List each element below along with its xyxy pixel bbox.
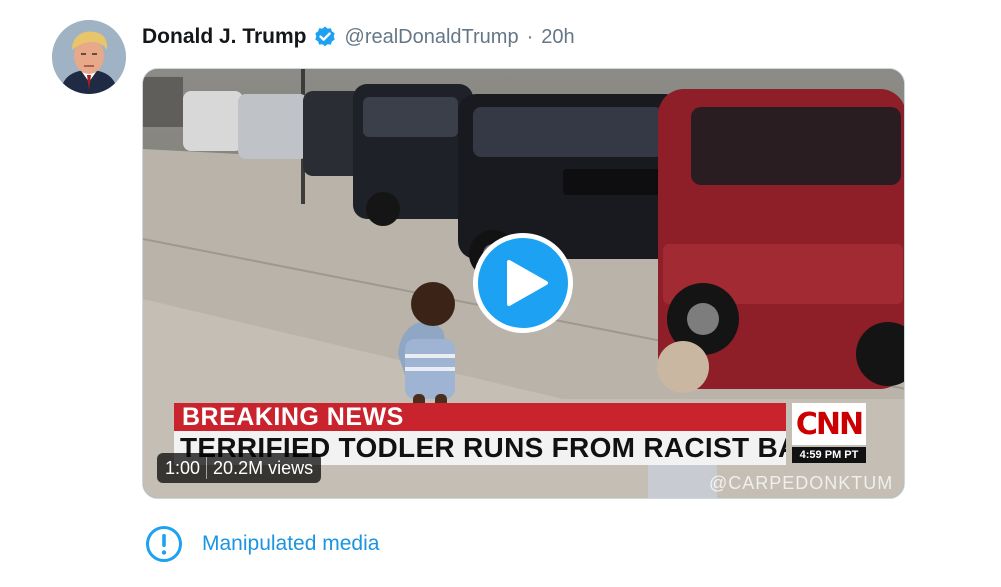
verified-badge-icon — [313, 25, 337, 49]
profile-photo — [52, 20, 126, 94]
tweet-header: Donald J. Trump @realDonaldTrump · 20h — [142, 22, 575, 52]
play-button[interactable] — [473, 233, 573, 333]
video-stats-pill: 1:00 20.2M views — [157, 453, 322, 483]
manipulated-media-notice[interactable]: Manipulated media — [144, 524, 379, 564]
video-player[interactable]: BREAKING NEWS TERRIFIED TODLER RUNS FROM… — [142, 68, 905, 499]
author-name[interactable]: Donald J. Trump — [142, 25, 307, 49]
network-logo-text: CNN — [795, 406, 864, 442]
header-separator: · — [526, 25, 534, 48]
video-view-count: 20.2M views — [213, 457, 314, 478]
broadcast-clock: 4:59 PM PT — [792, 447, 866, 463]
network-logo: CNN — [792, 403, 866, 445]
video-watermark: @CARPEDONKTUM — [709, 473, 894, 493]
tweet-timestamp[interactable]: 20h — [541, 26, 574, 49]
avatar[interactable] — [52, 20, 126, 94]
manipulated-media-link[interactable]: Manipulated media — [202, 532, 379, 556]
author-handle[interactable]: @realDonaldTrump — [345, 26, 519, 49]
exclamation-circle-icon — [146, 526, 182, 562]
video-duration: 1:00 — [165, 457, 201, 478]
breaking-news-banner: BREAKING NEWS — [174, 403, 786, 431]
pill-divider — [206, 457, 208, 479]
play-icon — [507, 260, 548, 306]
